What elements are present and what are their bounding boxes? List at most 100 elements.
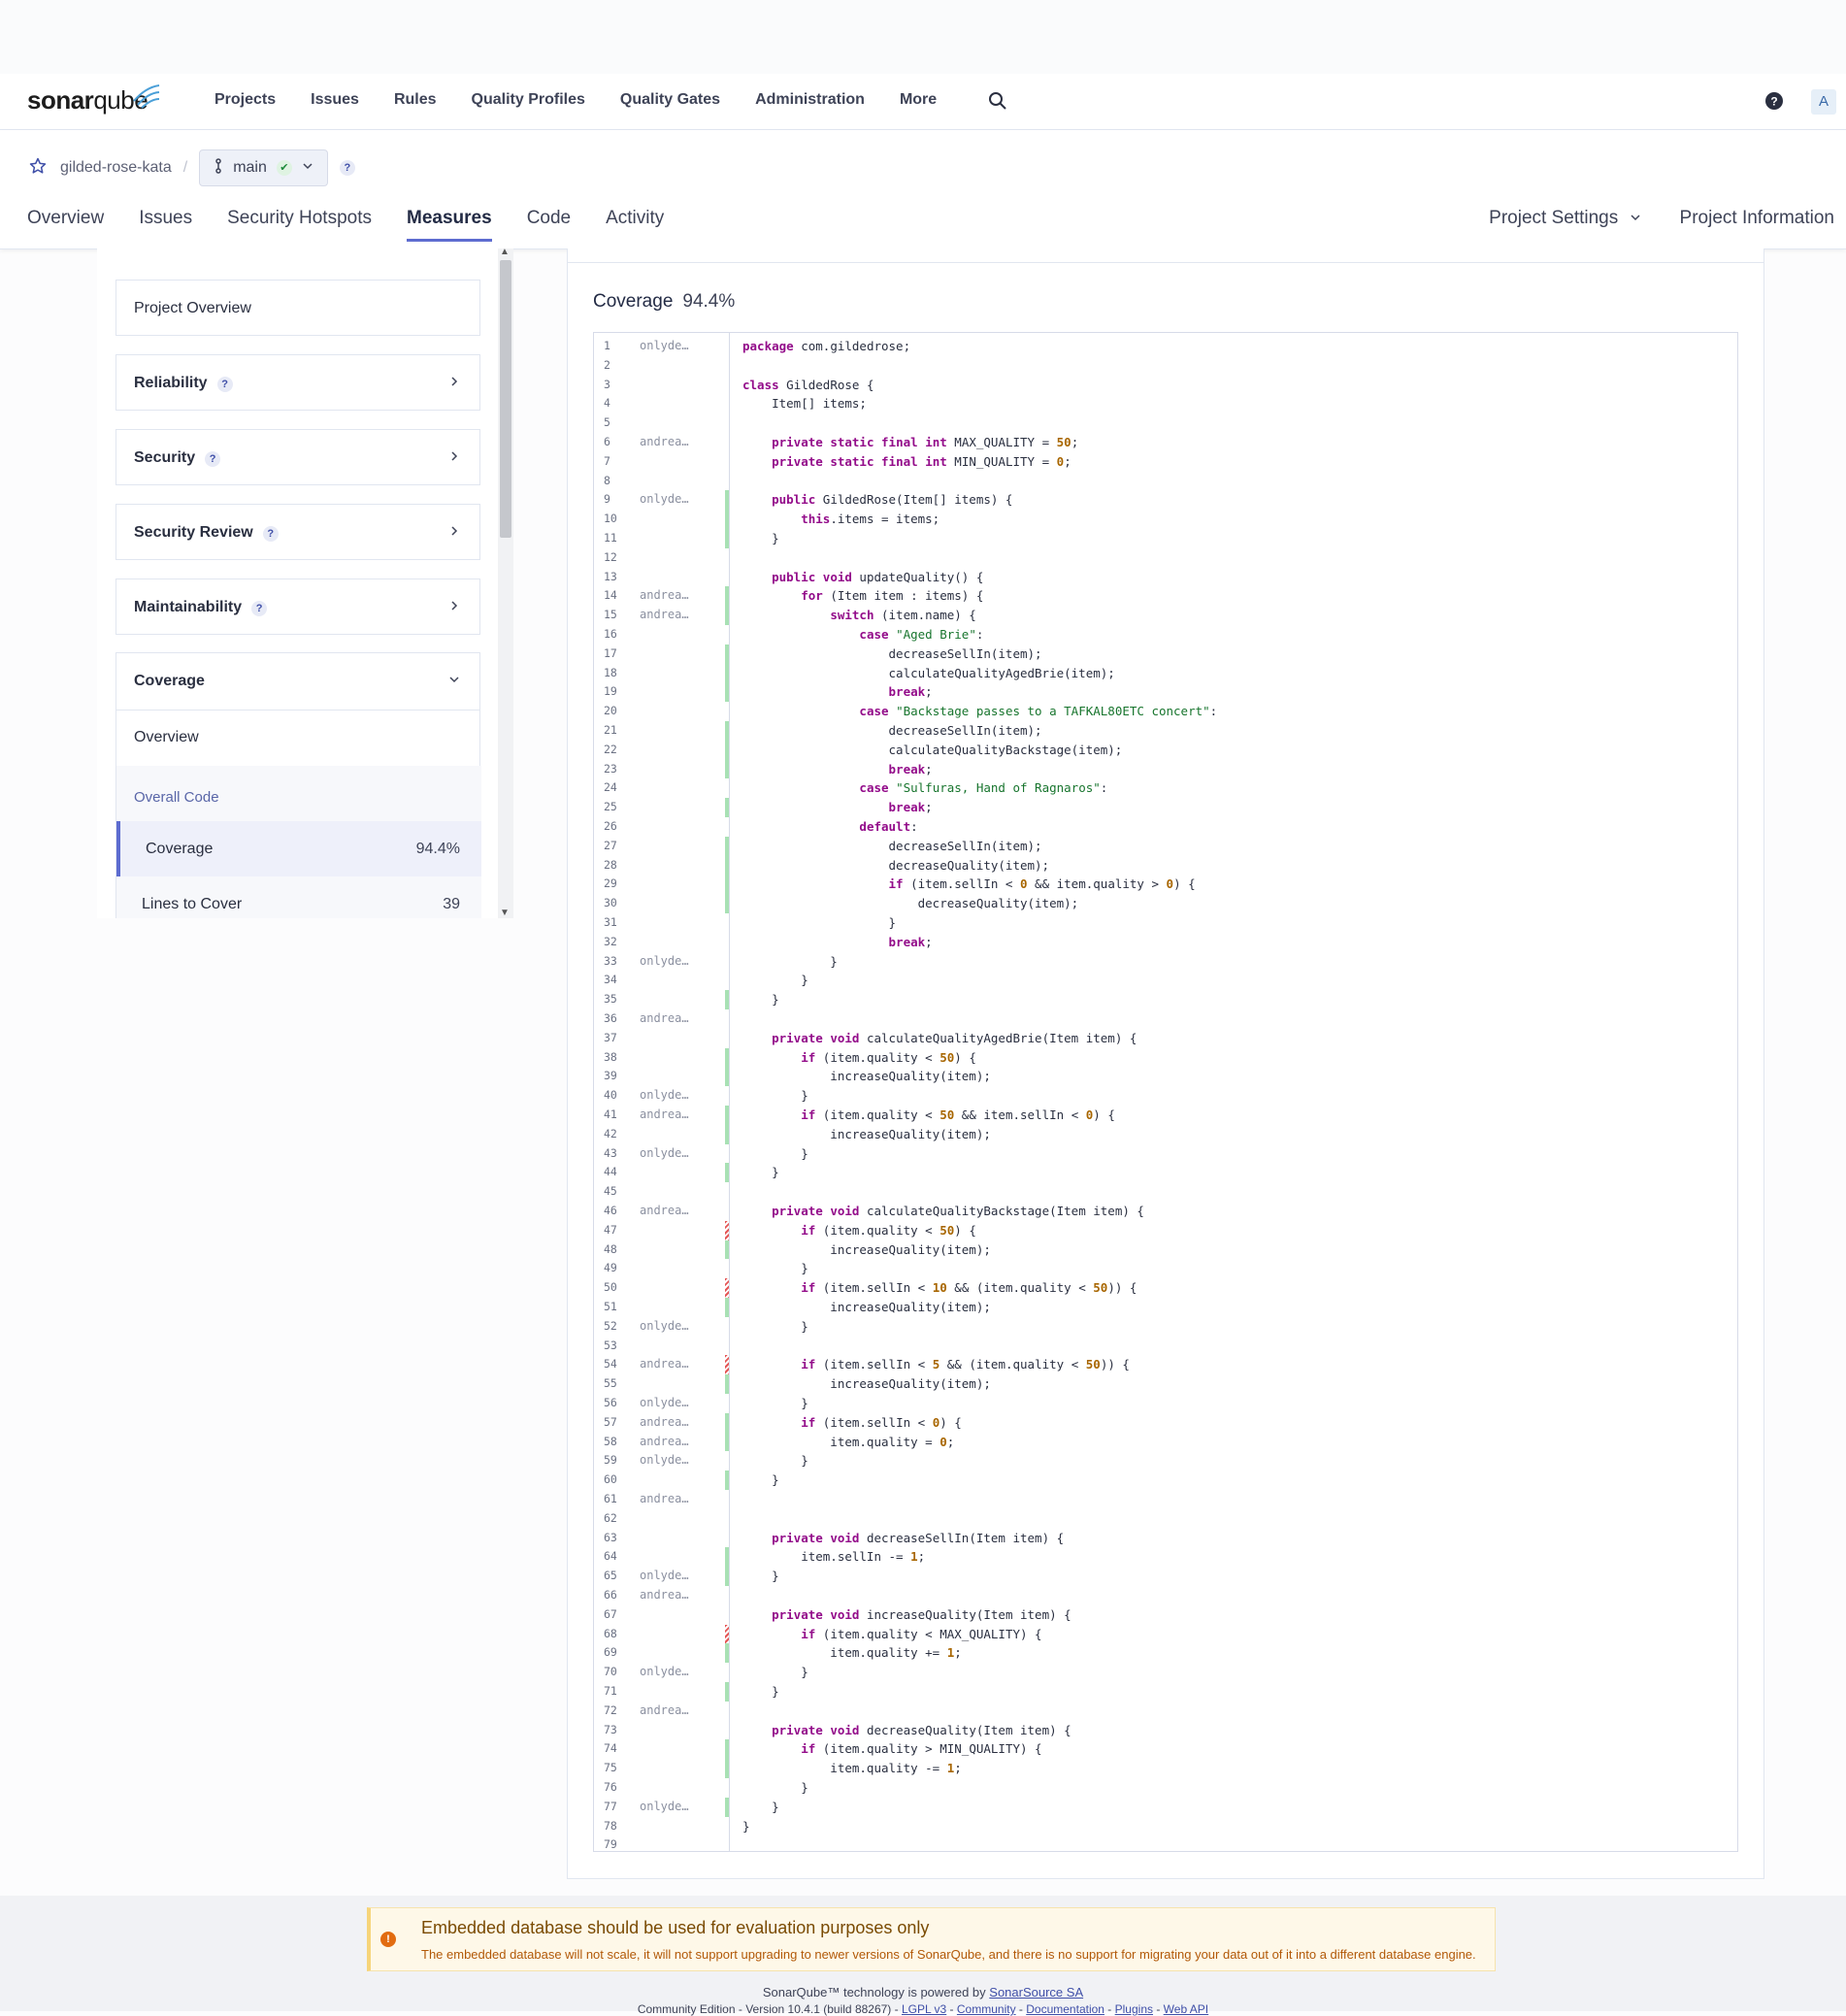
- scm-author[interactable]: andrea…: [640, 588, 689, 602]
- footer-link-documentation[interactable]: Documentation: [1026, 2002, 1104, 2016]
- coverage-covered-marker[interactable]: [725, 529, 729, 548]
- footer-link-license[interactable]: LGPL v3: [902, 2002, 946, 2016]
- tab-code[interactable]: Code: [527, 208, 571, 242]
- scm-author[interactable]: andrea…: [640, 1204, 689, 1217]
- line-number[interactable]: 20: [604, 704, 623, 717]
- line-number[interactable]: 6: [604, 435, 623, 448]
- line-number[interactable]: 37: [604, 1031, 623, 1044]
- line-number[interactable]: 13: [604, 570, 623, 583]
- line-number[interactable]: 11: [604, 531, 623, 545]
- coverage-covered-marker[interactable]: [725, 1163, 729, 1183]
- line-number[interactable]: 24: [604, 780, 623, 794]
- line-number[interactable]: 28: [604, 858, 623, 872]
- line-number[interactable]: 46: [604, 1204, 623, 1217]
- nav-rules[interactable]: Rules: [394, 91, 437, 109]
- sidebar-project-overview[interactable]: Project Overview: [115, 280, 480, 336]
- help-icon[interactable]: ?: [251, 601, 268, 616]
- tab-security-hotspots[interactable]: Security Hotspots: [227, 208, 372, 242]
- coverage-covered-marker[interactable]: [725, 990, 729, 1009]
- line-number[interactable]: 57: [604, 1415, 623, 1429]
- coverage-covered-marker[interactable]: [725, 1047, 729, 1068]
- coverage-covered-marker[interactable]: [725, 1567, 729, 1586]
- coverage-covered-marker[interactable]: [725, 1797, 729, 1817]
- line-number[interactable]: 74: [604, 1741, 623, 1755]
- scm-author[interactable]: andrea…: [640, 1011, 689, 1025]
- coverage-covered-marker[interactable]: [725, 490, 729, 511]
- scm-author[interactable]: andrea…: [640, 1415, 689, 1429]
- help-icon[interactable]: ?: [262, 526, 279, 542]
- sidebar-reliability[interactable]: Reliability?: [115, 354, 480, 411]
- line-number[interactable]: 40: [604, 1088, 623, 1102]
- line-number[interactable]: 26: [604, 819, 623, 833]
- nav-administration[interactable]: Administration: [755, 91, 865, 109]
- footer-link-plugins[interactable]: Plugins: [1115, 2002, 1153, 2016]
- line-number[interactable]: 32: [604, 935, 623, 948]
- line-number[interactable]: 63: [604, 1531, 623, 1544]
- line-number[interactable]: 27: [604, 839, 623, 852]
- footer-link-community[interactable]: Community: [957, 2002, 1016, 2016]
- coverage-covered-marker[interactable]: [725, 721, 729, 741]
- coverage-covered-marker[interactable]: [725, 759, 729, 779]
- coverage-covered-marker[interactable]: [725, 1682, 729, 1702]
- line-number[interactable]: 65: [604, 1569, 623, 1582]
- scm-author[interactable]: onlyde…: [640, 1146, 689, 1160]
- line-number[interactable]: 12: [604, 550, 623, 564]
- project-name-link[interactable]: gilded-rose-kata: [60, 159, 172, 177]
- sidebar-coverage-header[interactable]: Coverage: [116, 653, 479, 711]
- scm-author[interactable]: onlyde…: [640, 1319, 689, 1333]
- tab-activity[interactable]: Activity: [606, 208, 664, 242]
- coverage-covered-marker[interactable]: [725, 1739, 729, 1760]
- coverage-covered-marker[interactable]: [725, 1412, 729, 1433]
- line-number[interactable]: 53: [604, 1338, 623, 1352]
- line-number[interactable]: 58: [604, 1435, 623, 1448]
- scm-author[interactable]: onlyde…: [640, 1396, 689, 1409]
- line-number[interactable]: 31: [604, 915, 623, 929]
- line-number[interactable]: 36: [604, 1011, 623, 1025]
- line-number[interactable]: 23: [604, 762, 623, 776]
- line-number[interactable]: 42: [604, 1127, 623, 1140]
- scm-author[interactable]: andrea…: [640, 1492, 689, 1505]
- coverage-covered-marker[interactable]: [725, 1124, 729, 1144]
- coverage-covered-marker[interactable]: [725, 1374, 729, 1394]
- scm-author[interactable]: onlyde…: [640, 1088, 689, 1102]
- line-number[interactable]: 59: [604, 1453, 623, 1467]
- line-number[interactable]: 38: [604, 1050, 623, 1064]
- sidebar-metric-lines-to-cover[interactable]: Lines to Cover 39: [116, 876, 481, 918]
- sidebar-security-review[interactable]: Security Review?: [115, 504, 480, 560]
- line-number[interactable]: 1: [604, 339, 623, 352]
- line-number[interactable]: 41: [604, 1107, 623, 1121]
- coverage-covered-marker[interactable]: [725, 1471, 729, 1490]
- scm-author[interactable]: onlyde…: [640, 1453, 689, 1467]
- line-number[interactable]: 29: [604, 876, 623, 890]
- line-number[interactable]: 16: [604, 627, 623, 641]
- sonarqube-logo[interactable]: sonarqube: [27, 84, 160, 118]
- line-number[interactable]: 33: [604, 954, 623, 968]
- line-number[interactable]: 73: [604, 1723, 623, 1736]
- nav-quality-profiles[interactable]: Quality Profiles: [472, 91, 585, 109]
- line-number[interactable]: 72: [604, 1703, 623, 1717]
- sidebar-maintainability[interactable]: Maintainability?: [115, 578, 480, 635]
- coverage-covered-marker[interactable]: [725, 606, 729, 625]
- coverage-covered-marker[interactable]: [725, 1643, 729, 1664]
- line-number[interactable]: 43: [604, 1146, 623, 1160]
- coverage-covered-marker[interactable]: [725, 875, 729, 895]
- tab-issues[interactable]: Issues: [139, 208, 192, 242]
- line-number[interactable]: 60: [604, 1472, 623, 1486]
- scroll-up-icon[interactable]: ▲: [500, 247, 510, 257]
- search-icon[interactable]: [988, 91, 1007, 116]
- line-number[interactable]: 10: [604, 512, 623, 525]
- coverage-partial-marker[interactable]: [725, 1278, 729, 1298]
- coverage-covered-marker[interactable]: [725, 1067, 729, 1087]
- scm-author[interactable]: andrea…: [640, 1435, 689, 1448]
- coverage-covered-marker[interactable]: [725, 586, 729, 607]
- line-number[interactable]: 34: [604, 973, 623, 986]
- scm-author[interactable]: andrea…: [640, 1703, 689, 1717]
- line-number[interactable]: 35: [604, 992, 623, 1006]
- line-number[interactable]: 55: [604, 1376, 623, 1390]
- line-number[interactable]: 78: [604, 1819, 623, 1833]
- line-number[interactable]: 7: [604, 454, 623, 468]
- coverage-partial-marker[interactable]: [725, 1220, 729, 1240]
- sidebar-scrollbar[interactable]: ▲ ▼: [498, 247, 513, 918]
- line-number[interactable]: 66: [604, 1588, 623, 1602]
- coverage-covered-marker[interactable]: [725, 894, 729, 913]
